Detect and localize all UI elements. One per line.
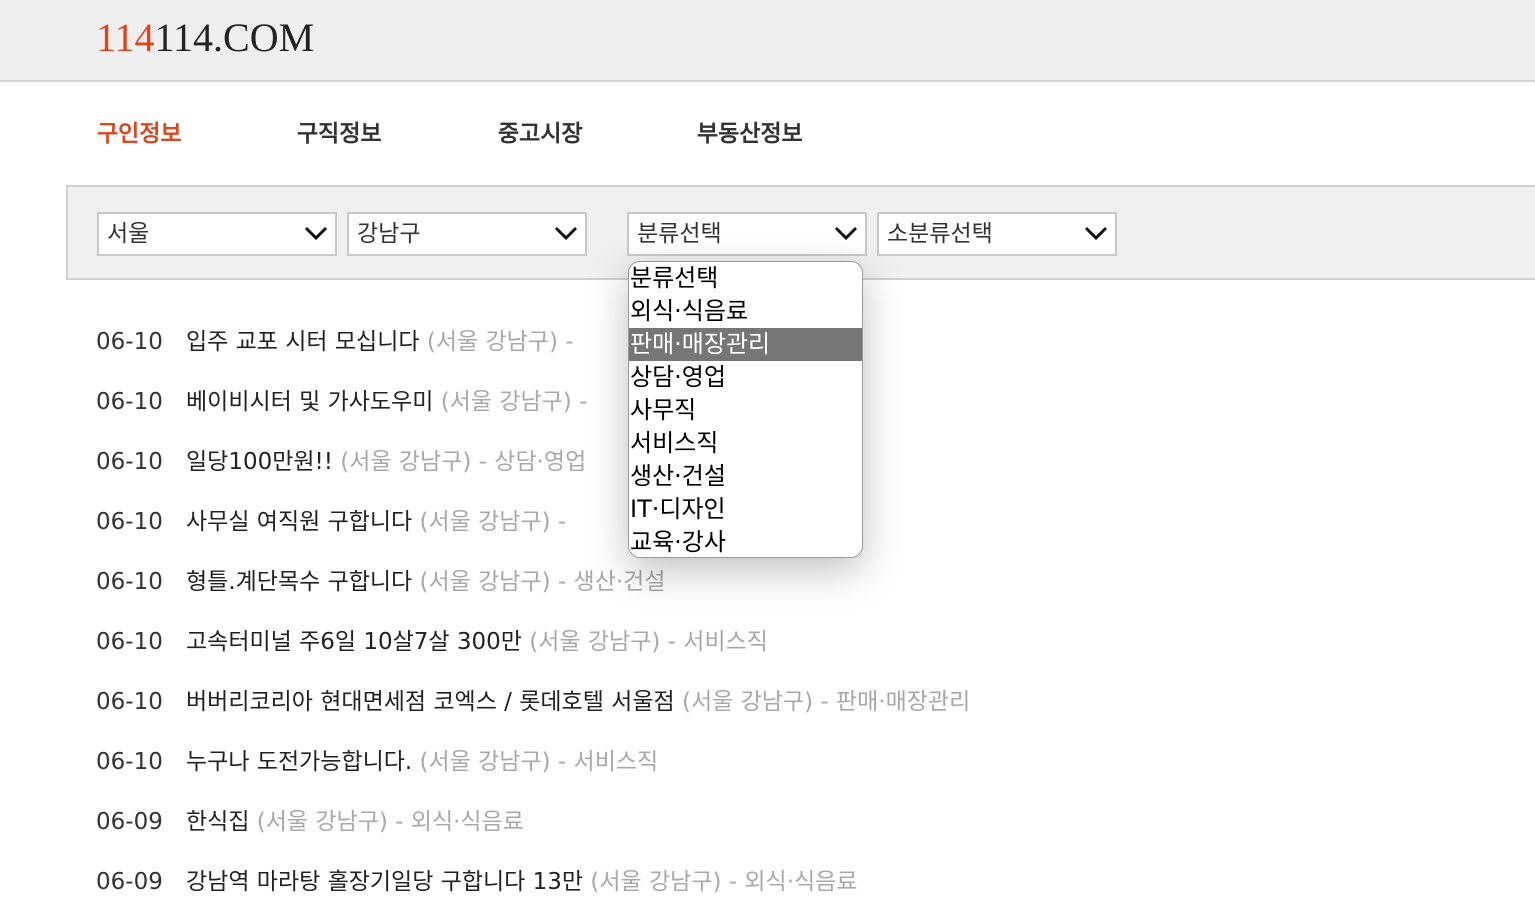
district-select[interactable]: 강남구: [347, 212, 587, 256]
logo-text: 114.COM: [154, 15, 315, 60]
listing-title[interactable]: 입주 교포 시터 모십니다: [186, 329, 420, 355]
listing-title[interactable]: 고속터미널 주6일 10살7살 300만: [186, 629, 522, 655]
listing-category: 판매·매장관리: [835, 689, 971, 715]
nav-job-seekers[interactable]: 구직정보: [297, 116, 382, 152]
listing-separator: -: [667, 629, 676, 655]
dropdown-option[interactable]: IT·디자인: [629, 493, 862, 526]
subcategory-select[interactable]: 소분류선택: [877, 212, 1117, 256]
nav-used-market[interactable]: 중고시장: [498, 116, 583, 152]
listing-date: 06-09: [96, 869, 163, 895]
listing-separator: -: [557, 749, 567, 775]
chevron-down-icon: [1084, 226, 1108, 241]
listing-location: (서울 강남구): [440, 389, 572, 415]
chevron-down-icon: [554, 226, 578, 241]
region-select[interactable]: 서울: [97, 212, 337, 256]
listing-separator: -: [395, 809, 404, 835]
logo-accent: 114: [96, 15, 155, 60]
listing-title[interactable]: 버버리코리아 현대면세점 코엑스 / 롯데호텔 서울점: [186, 689, 675, 715]
listing-separator: -: [557, 569, 567, 595]
dropdown-option[interactable]: 외식·식음료: [629, 295, 862, 328]
listing-separator: -: [557, 509, 567, 535]
dropdown-option[interactable]: 상담·영업: [629, 361, 862, 394]
listing-category: 서비스직: [573, 749, 659, 775]
district-select-value: 강남구: [357, 221, 421, 247]
listing-location: (서울 강남구): [419, 569, 551, 595]
listing-date: 06-10: [96, 749, 163, 775]
chevron-down-icon: [304, 226, 328, 241]
listing-date: 06-10: [96, 569, 163, 595]
category-dropdown-list: 분류선택 외식·식음료 판매·매장관리 상담·영업 사무직 서비스직 생산·건설…: [628, 261, 863, 558]
listing-separator: -: [478, 449, 487, 475]
listing-title[interactable]: 베이비시터 및 가사도우미: [186, 389, 433, 415]
listing-separator: -: [579, 389, 588, 415]
listing-separator: -: [820, 689, 829, 715]
nav-real-estate[interactable]: 부동산정보: [697, 116, 803, 152]
dropdown-option[interactable]: 서비스직: [629, 427, 862, 460]
listing-category: 상담·영업: [494, 449, 587, 475]
dropdown-option[interactable]: 교육·강사: [629, 526, 862, 557]
subcategory-select-value: 소분류선택: [887, 221, 993, 247]
listing-title[interactable]: 형틀.계단목수 구합니다: [186, 569, 412, 595]
category-select[interactable]: 분류선택: [627, 212, 867, 256]
listing-separator: -: [565, 329, 574, 355]
dropdown-option[interactable]: 생산·건설: [629, 460, 862, 493]
listing-title[interactable]: 강남역 마라탕 홀장기일당 구합니다 13만: [186, 869, 583, 895]
site-header: 114114.COM: [0, 0, 1535, 82]
listing-date: 06-09: [96, 809, 163, 835]
dropdown-option-highlighted[interactable]: 판매·매장관리: [629, 328, 862, 361]
listing-category: 생산·건설: [573, 569, 666, 595]
listing-date: 06-10: [96, 449, 163, 475]
listing-location: (서울 강남구): [426, 329, 558, 355]
listing-category: 외식·식음료: [744, 869, 858, 895]
listing-location: (서울 강남구): [340, 449, 472, 475]
category-select-value: 분류선택: [637, 221, 722, 247]
listing-title[interactable]: 일당100만원!!: [186, 449, 333, 475]
site-logo[interactable]: 114114.COM: [96, 14, 314, 62]
listing-category: 서비스직: [683, 629, 768, 655]
listing-date: 06-10: [96, 689, 163, 715]
listing-title[interactable]: 누구나 도전가능합니다.: [186, 749, 412, 775]
listing-date: 06-10: [96, 329, 163, 355]
listing-date: 06-10: [96, 509, 163, 535]
listing-location: (서울 강남구): [681, 689, 814, 715]
listing-location: (서울 강남구): [256, 809, 388, 835]
listing-location: (서울 강남구): [529, 629, 661, 655]
listing-date: 06-10: [96, 389, 163, 415]
listing-location: (서울 강남구): [419, 749, 551, 775]
dropdown-option[interactable]: 사무직: [629, 394, 862, 427]
chevron-down-icon: [834, 226, 858, 241]
listing-date: 06-10: [96, 629, 163, 655]
listing-title[interactable]: 사무실 여직원 구합니다: [186, 509, 412, 535]
listing-title[interactable]: 한식집: [186, 809, 249, 835]
listing-location: (서울 강남구): [590, 869, 722, 895]
region-select-value: 서울: [107, 221, 150, 247]
listing-separator: -: [728, 869, 738, 895]
dropdown-option[interactable]: 분류선택: [629, 262, 862, 295]
listing-location: (서울 강남구): [419, 509, 551, 535]
nav-job-offers[interactable]: 구인정보: [97, 116, 182, 152]
listing-category: 외식·식음료: [410, 809, 524, 835]
